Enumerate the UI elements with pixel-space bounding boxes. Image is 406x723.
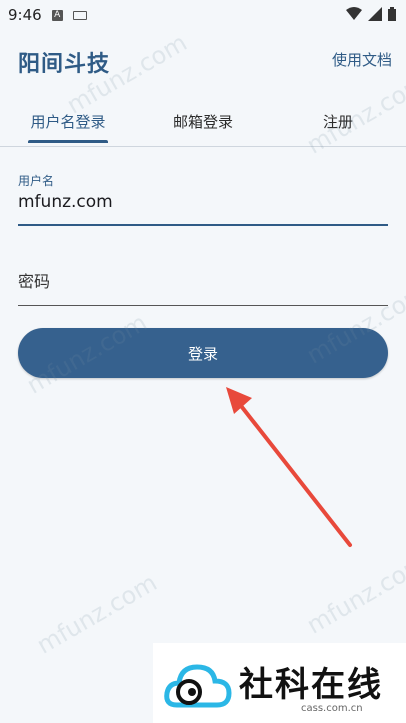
- annotation-arrow-icon: [226, 387, 352, 547]
- badge-subtitle: cass.com.cn: [301, 703, 363, 714]
- badge-title: 社科在线: [239, 665, 383, 705]
- cloud-eye-logo-icon: [164, 664, 232, 708]
- site-badge: 社科在线 cass.com.cn: [153, 643, 406, 723]
